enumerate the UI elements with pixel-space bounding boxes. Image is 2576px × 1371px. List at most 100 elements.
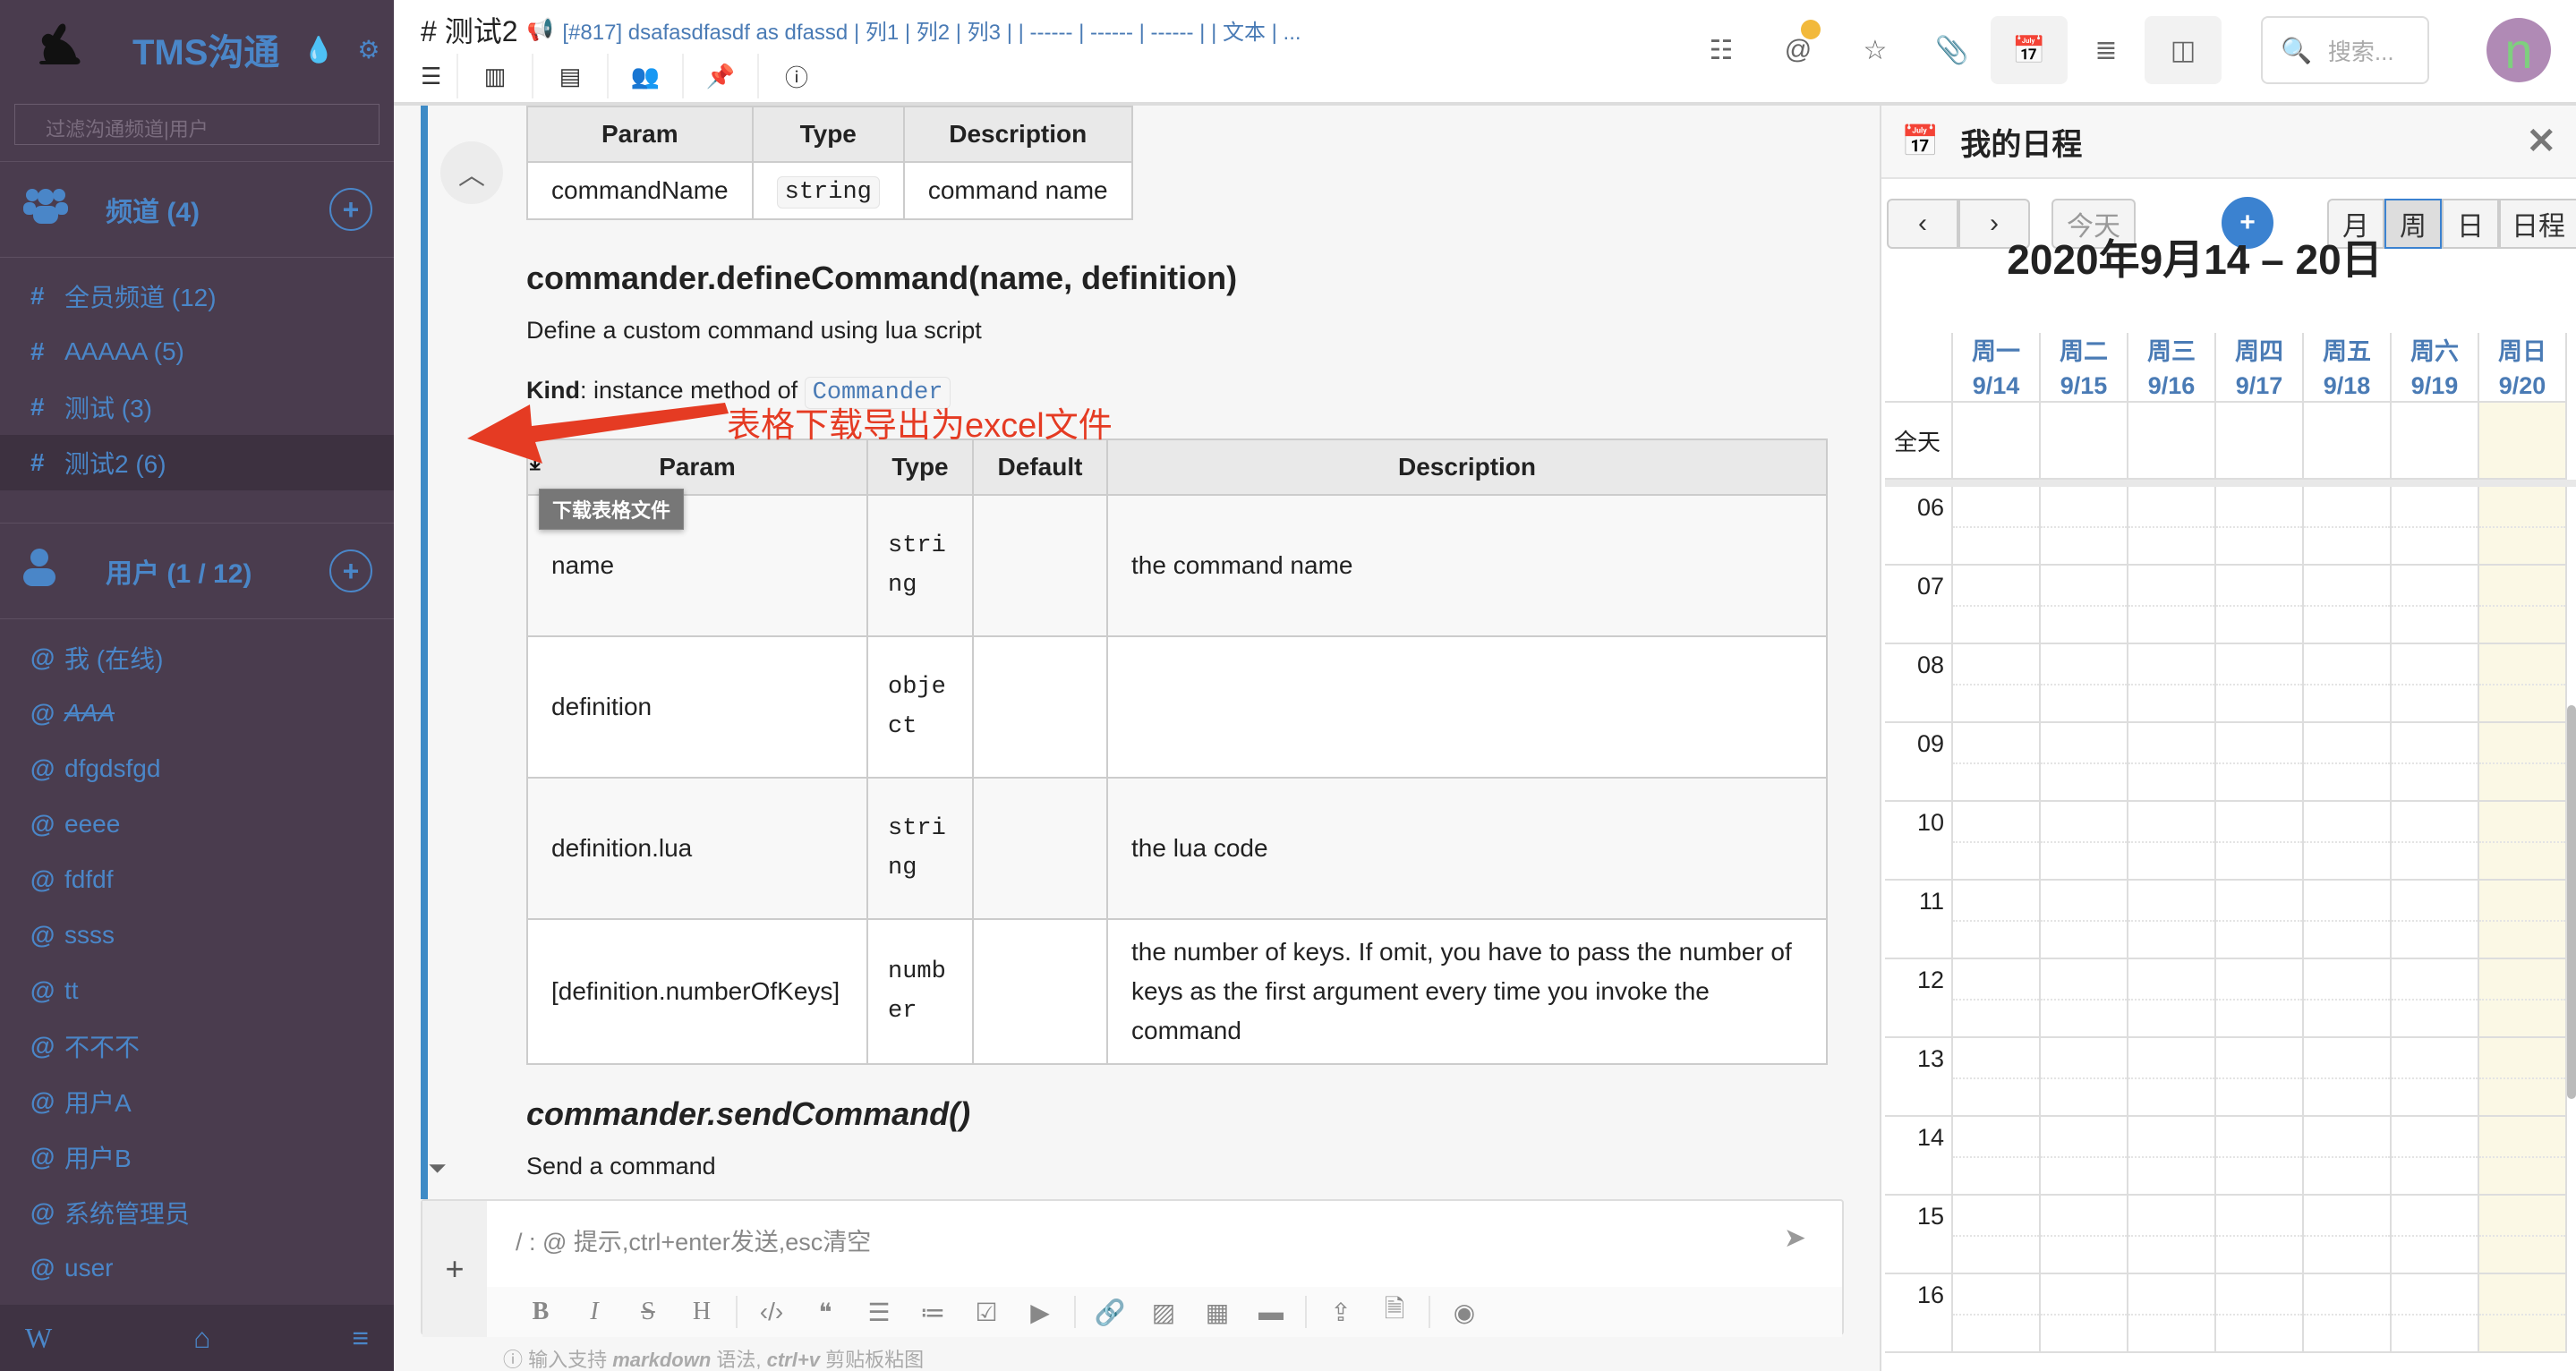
send-icon[interactable]: ➤ bbox=[1784, 1222, 1806, 1254]
time-slot[interactable] bbox=[2479, 1196, 2567, 1274]
menu-bars-icon[interactable]: ☰ bbox=[421, 54, 458, 98]
time-slot[interactable] bbox=[2304, 487, 2392, 566]
time-slot[interactable] bbox=[2392, 959, 2479, 1038]
time-slot[interactable] bbox=[2041, 959, 2128, 1038]
time-slot[interactable] bbox=[2041, 1196, 2128, 1274]
view-agenda-button[interactable]: 日程 bbox=[2499, 199, 2576, 249]
time-slot[interactable] bbox=[2479, 1274, 2567, 1353]
time-slot[interactable] bbox=[1953, 1038, 2041, 1117]
time-slot[interactable] bbox=[2479, 959, 2567, 1038]
time-slot[interactable] bbox=[1953, 881, 2041, 959]
user-item[interactable]: @ ssss bbox=[0, 907, 394, 963]
upload-icon[interactable]: ⇪ bbox=[1314, 1298, 1368, 1327]
user-item[interactable]: @ dfgdsfgd bbox=[0, 741, 394, 796]
filter-icon[interactable]: ⏷ bbox=[428, 1154, 447, 1183]
time-slot[interactable] bbox=[2128, 1196, 2216, 1274]
time-slot[interactable] bbox=[2216, 1038, 2304, 1117]
allday-cell[interactable] bbox=[2479, 403, 2567, 480]
time-slot[interactable] bbox=[2304, 1038, 2392, 1117]
time-slot[interactable] bbox=[2128, 487, 2216, 566]
theme-drop-icon[interactable]: 💧 bbox=[303, 35, 334, 64]
user-item[interactable]: @ eeee bbox=[0, 796, 394, 852]
link-icon[interactable]: 🔗 bbox=[1083, 1298, 1137, 1327]
bullet-list-icon[interactable]: ☰ bbox=[852, 1298, 906, 1327]
time-slot[interactable] bbox=[2304, 1117, 2392, 1196]
user-item[interactable]: @ fdfdf bbox=[0, 852, 394, 907]
allday-cell[interactable] bbox=[1953, 403, 2041, 480]
user-item-disabled[interactable]: @ AAA bbox=[0, 686, 394, 741]
time-slot[interactable] bbox=[2041, 881, 2128, 959]
add-user-button[interactable]: + bbox=[329, 549, 372, 592]
time-slot[interactable] bbox=[2216, 487, 2304, 566]
time-slot[interactable] bbox=[2128, 802, 2216, 881]
list-icon[interactable]: ☷ bbox=[1683, 16, 1760, 84]
time-slot[interactable] bbox=[2304, 1196, 2392, 1274]
time-slot[interactable] bbox=[1953, 959, 2041, 1038]
calendar-toggle-icon[interactable]: 📅 bbox=[1991, 16, 2068, 84]
message-input[interactable]: / : @ 提示,ctrl+enter发送,esc清空 bbox=[516, 1222, 871, 1257]
allday-cell[interactable] bbox=[2041, 403, 2128, 480]
time-slot[interactable] bbox=[1953, 487, 2041, 566]
time-slot[interactable] bbox=[1953, 723, 2041, 802]
preview-eye-icon[interactable]: ◉ bbox=[1437, 1298, 1491, 1327]
chevron-up-icon[interactable]: ︿ bbox=[440, 141, 503, 204]
time-slot[interactable] bbox=[2128, 1038, 2216, 1117]
close-icon[interactable]: ✕ bbox=[2526, 121, 2556, 162]
time-slot[interactable] bbox=[2392, 566, 2479, 644]
image-icon[interactable]: ▨ bbox=[1137, 1298, 1190, 1327]
time-slot[interactable] bbox=[2479, 881, 2567, 959]
search-input[interactable]: 🔍 搜索... bbox=[2261, 16, 2429, 84]
time-slot[interactable] bbox=[2216, 1196, 2304, 1274]
time-slot[interactable] bbox=[2041, 723, 2128, 802]
home-icon[interactable]: ⌂ bbox=[193, 1322, 210, 1355]
time-slot[interactable] bbox=[2216, 566, 2304, 644]
heading-icon[interactable]: H bbox=[675, 1298, 729, 1326]
day-header[interactable]: 周日 9/20 bbox=[2479, 333, 2567, 403]
time-slot[interactable] bbox=[2392, 1196, 2479, 1274]
checkbox-icon[interactable]: ☑ bbox=[960, 1298, 1013, 1327]
code-icon[interactable]: ‹/› bbox=[745, 1298, 798, 1326]
time-slot[interactable] bbox=[1953, 1117, 2041, 1196]
paperclip-icon[interactable]: 📎 bbox=[1914, 16, 1991, 84]
day-header[interactable]: 周六 9/19 bbox=[2392, 333, 2479, 403]
members-icon[interactable]: 👥 bbox=[609, 54, 684, 98]
time-slot[interactable] bbox=[2216, 1274, 2304, 1353]
time-slot[interactable] bbox=[2479, 487, 2567, 566]
time-slot[interactable] bbox=[1953, 1196, 2041, 1274]
channels-section-header[interactable]: 频道 (4) + bbox=[0, 161, 394, 258]
avatar[interactable]: n bbox=[2486, 18, 2551, 82]
info-icon[interactable]: ⓘ bbox=[759, 54, 834, 98]
time-slot[interactable] bbox=[2479, 566, 2567, 644]
calendar-scrollbar[interactable] bbox=[2567, 705, 2576, 1099]
strikethrough-icon[interactable]: S bbox=[621, 1298, 675, 1326]
time-slot[interactable] bbox=[2041, 1038, 2128, 1117]
time-slot[interactable] bbox=[2304, 959, 2392, 1038]
table-icon[interactable]: ▦ bbox=[1190, 1298, 1244, 1327]
channel-item[interactable]: # 全员频道 (12) bbox=[0, 268, 394, 324]
quote-icon[interactable]: ❝ bbox=[798, 1298, 852, 1327]
excel-file-icon[interactable]: 🗎 bbox=[1368, 1290, 1421, 1333]
time-slot[interactable] bbox=[1953, 644, 2041, 723]
time-slot[interactable] bbox=[2392, 1117, 2479, 1196]
time-slot[interactable] bbox=[2041, 802, 2128, 881]
time-slot[interactable] bbox=[2479, 802, 2567, 881]
time-slot[interactable] bbox=[1953, 802, 2041, 881]
channel-item-active[interactable]: # 测试2 (6) bbox=[0, 435, 394, 490]
time-slot[interactable] bbox=[2041, 644, 2128, 723]
time-slot[interactable] bbox=[2304, 1274, 2392, 1353]
settings-gears-icon[interactable]: ⚙ bbox=[357, 35, 380, 64]
time-slot[interactable] bbox=[2392, 1274, 2479, 1353]
user-item[interactable]: @ 我 (在线) bbox=[0, 630, 394, 686]
time-slot[interactable] bbox=[2479, 723, 2567, 802]
time-slot[interactable] bbox=[2041, 1274, 2128, 1353]
time-slot[interactable] bbox=[2392, 723, 2479, 802]
time-slot[interactable] bbox=[2304, 566, 2392, 644]
ordered-list-icon[interactable]: ≔ bbox=[906, 1298, 960, 1327]
wiki-icon[interactable]: W bbox=[25, 1322, 52, 1355]
add-attachment-button[interactable]: + bbox=[422, 1201, 487, 1337]
time-slot[interactable] bbox=[2128, 1274, 2216, 1353]
time-slot[interactable] bbox=[2479, 1117, 2567, 1196]
bold-icon[interactable]: B bbox=[514, 1298, 567, 1326]
time-slot[interactable] bbox=[2216, 644, 2304, 723]
time-slot[interactable] bbox=[2041, 566, 2128, 644]
